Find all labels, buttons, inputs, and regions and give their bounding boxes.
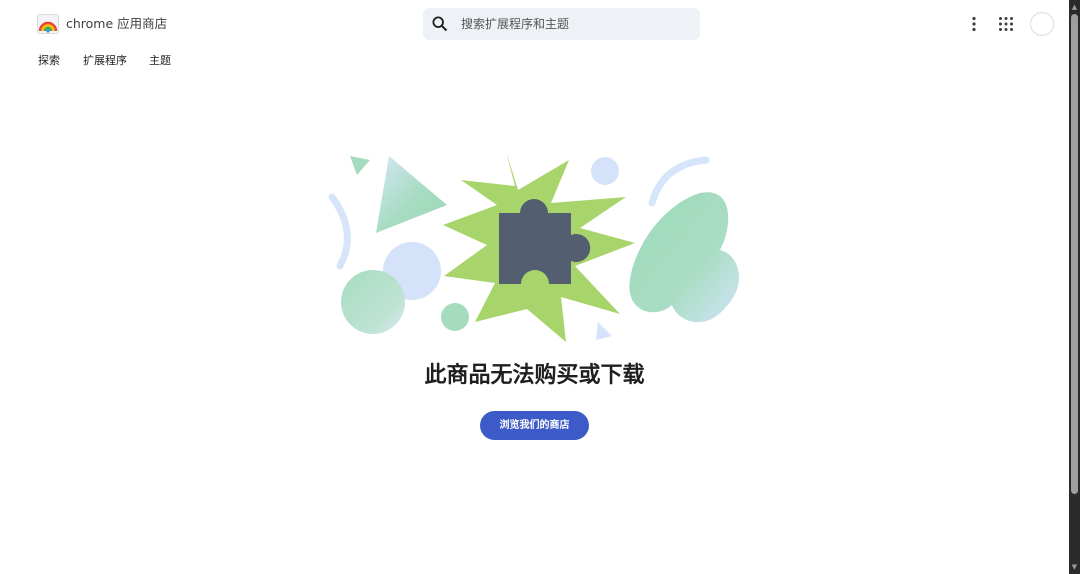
unavailable-illustration bbox=[328, 151, 739, 342]
vertical-scrollbar[interactable]: ▲ ▼ bbox=[1069, 0, 1080, 574]
scroll-up-arrow-icon[interactable]: ▲ bbox=[1069, 1, 1080, 13]
small-triangle-shape bbox=[350, 156, 370, 175]
green-blob-shape bbox=[629, 192, 739, 323]
left-arc-shape bbox=[328, 193, 351, 270]
top-right-circle bbox=[591, 157, 619, 185]
small-mint-circle bbox=[441, 303, 469, 331]
small-bottom-triangle bbox=[596, 322, 612, 340]
content-area: chrome 应用商店 探索 扩展程序 bbox=[0, 0, 1069, 574]
gradient-circle bbox=[341, 270, 405, 334]
large-triangle-shape bbox=[376, 156, 447, 233]
page: chrome 应用商店 探索 扩展程序 bbox=[0, 0, 1080, 574]
scrollbar-thumb[interactable] bbox=[1071, 14, 1078, 494]
unavailable-heading: 此商品无法购买或下载 bbox=[424, 363, 645, 388]
scroll-down-arrow-icon[interactable]: ▼ bbox=[1069, 561, 1080, 573]
browse-store-button[interactable]: 浏览我们的商店 bbox=[480, 411, 589, 440]
